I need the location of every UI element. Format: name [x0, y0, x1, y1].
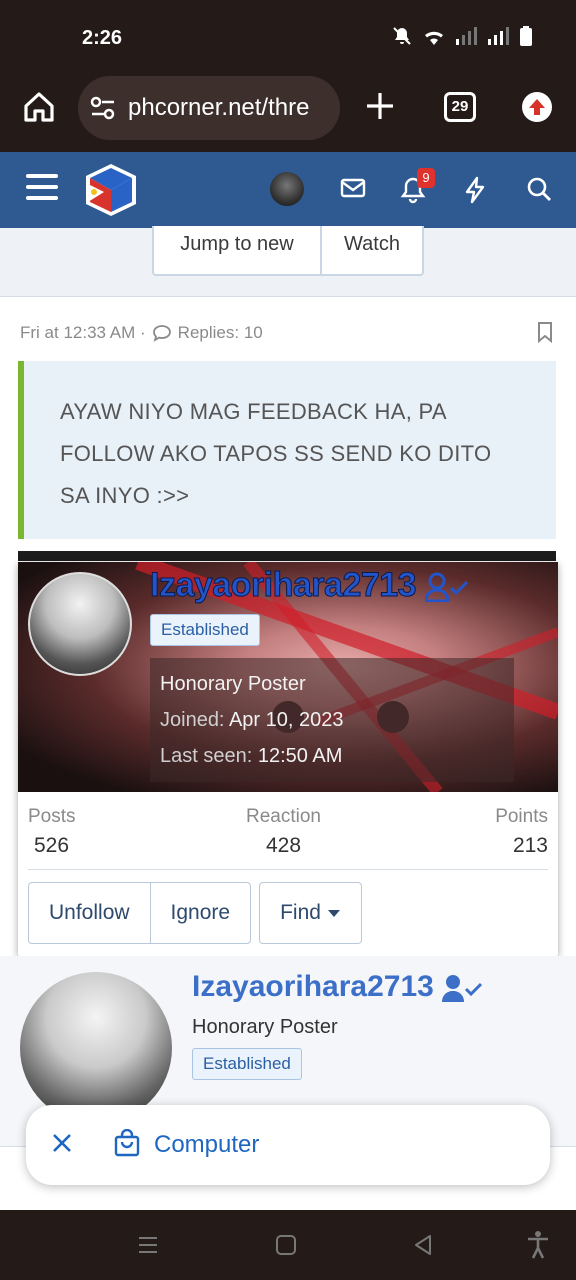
reaction-value: 428	[265, 834, 302, 857]
unfollow-button[interactable]: Unfollow	[29, 883, 150, 943]
recent-apps-icon[interactable]	[137, 1234, 159, 1256]
post-preview-text: AYAW NIYO MAG FEEDBACK HA, PA FOLLOW AKO…	[18, 361, 556, 539]
site-logo[interactable]	[84, 162, 138, 218]
stat-points: Points 213	[495, 806, 548, 858]
author-username[interactable]: Izayaorihara2713	[192, 970, 483, 1004]
author-avatar[interactable]	[20, 972, 172, 1124]
member-title: Honorary Poster	[160, 673, 306, 695]
search-suggestion-chip[interactable]: Computer	[26, 1105, 550, 1185]
close-icon[interactable]	[50, 1131, 74, 1155]
find-label: Find	[280, 901, 321, 924]
status-time: 2:26	[82, 27, 123, 49]
address-bar[interactable]: phcorner.net/thre	[78, 76, 340, 140]
status-bar: 2:26	[0, 0, 576, 72]
member-avatar[interactable]	[28, 572, 132, 676]
find-dropdown[interactable]: Find	[259, 882, 362, 944]
ignore-button[interactable]: Ignore	[149, 883, 251, 943]
menu-icon[interactable]	[26, 174, 58, 204]
back-icon[interactable]	[412, 1234, 434, 1256]
notification-count-badge: 9	[417, 168, 435, 188]
thread-actions: Jump to new Watch	[152, 226, 424, 276]
member-tooltip: Izayaorihara2713 Established Honorary Po…	[18, 562, 558, 970]
update-button[interactable]	[522, 92, 552, 122]
battery-icon	[520, 26, 532, 46]
user-avatar[interactable]	[270, 172, 304, 206]
member-actions: Unfollow Ignore Find	[28, 882, 362, 944]
chip-label: Computer	[154, 1131, 260, 1158]
whats-new-bolt-icon[interactable]	[464, 176, 486, 204]
new-tab-icon[interactable]	[364, 90, 396, 122]
signal-icon	[456, 27, 477, 45]
accessibility-icon[interactable]	[526, 1230, 550, 1260]
reaction-label: Reaction	[246, 806, 321, 827]
watch-button[interactable]: Watch	[320, 226, 422, 274]
speech-bubble-icon	[152, 325, 171, 342]
site-header	[0, 152, 576, 228]
points-value: 213	[512, 834, 548, 857]
inbox-icon[interactable]	[340, 176, 366, 200]
verified-user-icon	[424, 572, 469, 603]
member-info-box: Honorary Poster Joined: Apr 10, 2023 Las…	[150, 658, 514, 782]
arrow-up-icon	[529, 99, 545, 115]
bookmark-icon[interactable]	[536, 321, 554, 343]
joined-date: Apr 10, 2023	[228, 709, 344, 731]
points-label: Points	[495, 806, 548, 827]
caret-down-icon	[327, 910, 340, 918]
tab-switcher-button[interactable]: 29	[444, 92, 476, 122]
url-text: phcorner.net/thre	[128, 94, 310, 121]
search-icon[interactable]	[526, 176, 552, 202]
stat-reaction: Reaction 428	[246, 806, 321, 858]
author-status-badge: Established	[192, 1048, 302, 1080]
replies-count: Replies: 10	[177, 323, 263, 342]
posts-label: Posts	[28, 806, 76, 827]
home-nav-icon[interactable]	[275, 1234, 297, 1256]
post-meta: Fri at 12:33 AM · Replies: 10	[20, 323, 263, 343]
member-username[interactable]: Izayaorihara2713	[149, 566, 469, 605]
member-status-badge: Established	[150, 614, 260, 646]
posts-value: 526	[34, 834, 70, 857]
site-settings-icon[interactable]	[90, 96, 116, 120]
author-title: Honorary Poster	[192, 1016, 338, 1038]
profile-cover-image: Izayaorihara2713 Established Honorary Po…	[18, 562, 558, 792]
home-icon[interactable]	[22, 90, 56, 124]
signal-icon-2	[488, 27, 509, 45]
browser-toolbar: phcorner.net/thre 29	[0, 72, 576, 152]
stat-posts[interactable]: Posts 526	[28, 806, 76, 858]
jump-to-new-button[interactable]: Jump to new	[154, 226, 320, 274]
last-seen-time: 12:50 AM	[257, 745, 343, 767]
mute-icon	[393, 27, 411, 45]
post-time[interactable]: Fri at 12:33 AM ·	[20, 323, 146, 343]
member-stats: Posts 526 Reaction 428 Points 213	[28, 802, 548, 870]
wifi-icon	[425, 31, 443, 45]
status-icons	[392, 26, 532, 46]
system-navigation-bar	[0, 1210, 576, 1280]
last-seen-label: Last seen:	[160, 745, 253, 767]
shopping-bag-icon	[114, 1129, 140, 1157]
verified-user-icon	[442, 975, 483, 1003]
joined-label: Joined:	[160, 709, 225, 731]
attachment-edge	[18, 551, 556, 561]
